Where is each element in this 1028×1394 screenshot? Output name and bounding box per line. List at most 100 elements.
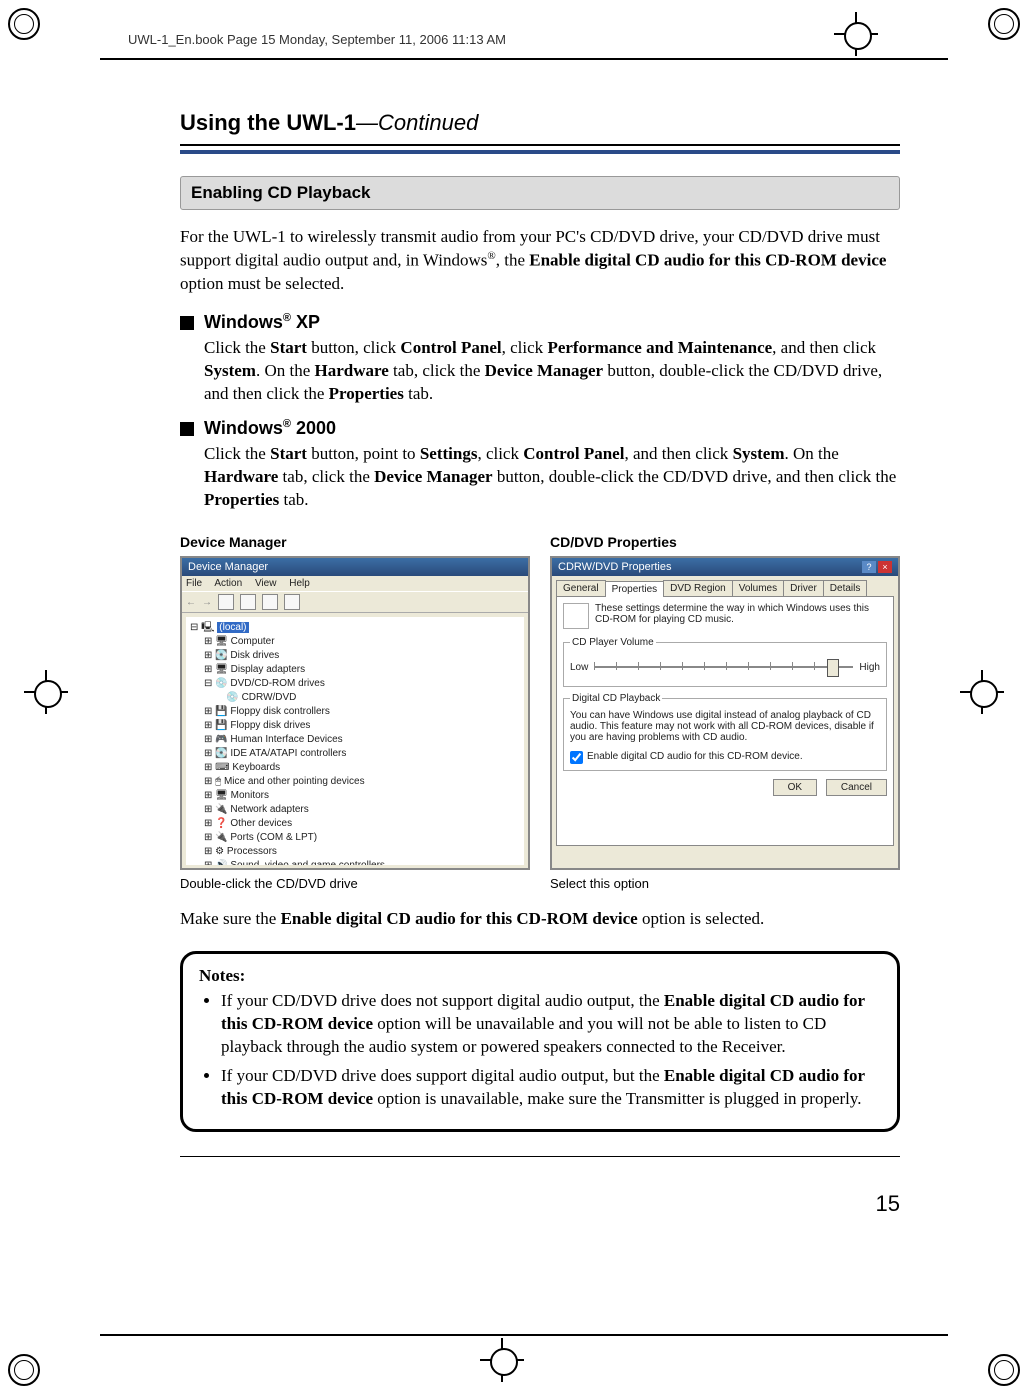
menu-view[interactable]: View: [255, 578, 277, 589]
note-item: If your CD/DVD drive does not support di…: [221, 990, 881, 1059]
note-item: If your CD/DVD drive does support digita…: [221, 1065, 881, 1111]
tree-item[interactable]: ⊞ ❓ Other devices: [204, 817, 520, 831]
figures-row: Device Manager Device Manager File Actio…: [180, 534, 900, 891]
window-buttons: ?×: [860, 561, 892, 573]
square-bullet-icon: [180, 316, 194, 330]
windows-2000-block: Windows® 2000 Click the Start button, po…: [180, 418, 900, 512]
description-text: These settings determine the way in whic…: [595, 603, 887, 629]
menubar: File Action View Help: [182, 576, 528, 591]
tab-content: These settings determine the way in whic…: [556, 596, 894, 846]
tree-item[interactable]: ⊞ 💾 Floppy disk drives: [204, 719, 520, 733]
tree-item[interactable]: ⊞ 🎮 Human Interface Devices: [204, 733, 520, 747]
enable-digital-label: Enable digital CD audio for this CD-ROM …: [587, 751, 803, 762]
device-manager-window: Device Manager File Action View Help ← →: [180, 556, 530, 870]
tab-properties[interactable]: Properties: [605, 581, 665, 597]
header-rule: [100, 58, 948, 60]
tab-driver[interactable]: Driver: [783, 580, 824, 596]
os-name-xp: Windows® XP: [204, 312, 320, 333]
after-figure-text: Make sure the Enable digital CD audio fo…: [180, 909, 900, 929]
toolbar: ← →: [182, 591, 528, 613]
page-title-continued: —Continued: [356, 110, 478, 135]
tree-item[interactable]: ⊞ 🔌 Ports (COM & LPT): [204, 831, 520, 845]
volume-high-label: High: [859, 662, 880, 673]
crop-mark-bottom-right: [988, 1354, 1020, 1386]
enable-digital-checkbox-row[interactable]: Enable digital CD audio for this CD-ROM …: [570, 751, 880, 764]
figure-title-left: Device Manager: [180, 534, 530, 550]
registered-mark: ®: [487, 250, 495, 262]
windows-xp-block: Windows® XP Click the Start button, clic…: [180, 312, 900, 406]
close-icon[interactable]: ×: [878, 561, 892, 573]
tree-item[interactable]: ⊞ ⚙ Processors: [204, 845, 520, 859]
toolbar-icon[interactable]: [284, 594, 300, 610]
text: option must be selected.: [180, 274, 344, 293]
tree-item[interactable]: ⊞ 🖥 Monitors: [204, 789, 520, 803]
title-rule: [180, 144, 900, 154]
footer-rule: [100, 1334, 948, 1336]
tree-root[interactable]: ⊟ 🖳 (local): [190, 621, 520, 635]
crop-mark-top-right: [988, 8, 1020, 40]
figure-cddvd-properties: CD/DVD Properties CDRW/DVD Properties ?×…: [550, 534, 900, 891]
menu-file[interactable]: File: [186, 578, 202, 589]
menu-action[interactable]: Action: [214, 578, 242, 589]
button-row: OK Cancel: [563, 779, 887, 796]
tree-item[interactable]: ⊞ 💽 Disk drives: [204, 649, 520, 663]
help-icon[interactable]: ?: [862, 561, 876, 573]
tree-item[interactable]: ⊞ 🔊 Sound, video and game controllers: [204, 859, 520, 865]
page-number: 15: [876, 1191, 900, 1217]
titlebar: Device Manager: [182, 558, 528, 576]
window-title: Device Manager: [188, 561, 268, 573]
page-title: Using the UWL-1: [180, 110, 356, 135]
window-title: CDRW/DVD Properties: [558, 561, 672, 573]
crop-mark-bottom-left: [8, 1354, 40, 1386]
tabs: General Properties DVD Region Volumes Dr…: [552, 576, 898, 596]
tab-general[interactable]: General: [556, 580, 606, 596]
tab-dvd-region[interactable]: DVD Region: [663, 580, 733, 596]
slider-thumb-icon[interactable]: [827, 659, 839, 677]
tree-item[interactable]: ⊞ 🔌 Network adapters: [204, 803, 520, 817]
tab-details[interactable]: Details: [823, 580, 868, 596]
titlebar: CDRW/DVD Properties ?×: [552, 558, 898, 576]
back-arrow-icon[interactable]: ←: [186, 597, 196, 608]
os-body-2000: Click the Start button, point to Setting…: [204, 443, 900, 512]
intro-paragraph: For the UWL-1 to wirelessly transmit aud…: [180, 226, 900, 295]
volume-low-label: Low: [570, 662, 588, 673]
toolbar-icon[interactable]: [262, 594, 278, 610]
volume-fieldset: CD Player Volume Low High: [563, 637, 887, 687]
volume-slider[interactable]: Low High: [570, 654, 880, 680]
cd-icon: [563, 603, 589, 629]
properties-window: CDRW/DVD Properties ?× General Propertie…: [550, 556, 900, 870]
digital-fieldset: Digital CD Playback You can have Windows…: [563, 693, 887, 771]
device-tree: ⊟ 🖳 (local) ⊞ 🖥 Computer ⊞ 💽 Disk drives…: [186, 617, 524, 865]
os-body-xp: Click the Start button, click Control Pa…: [204, 337, 900, 406]
tab-volumes[interactable]: Volumes: [732, 580, 784, 596]
notes-title: Notes:: [199, 966, 881, 986]
menu-help[interactable]: Help: [289, 578, 310, 589]
registration-mark-icon: [844, 22, 868, 46]
forward-arrow-icon[interactable]: →: [202, 597, 212, 608]
figure-device-manager: Device Manager Device Manager File Actio…: [180, 534, 530, 891]
callout-left: Double-click the CD/DVD drive: [180, 876, 530, 891]
volume-legend: CD Player Volume: [570, 637, 656, 648]
digital-legend: Digital CD Playback: [570, 693, 662, 704]
pagenum-rule: [180, 1156, 900, 1157]
tree-item[interactable]: ⊞ 🖱 Mice and other pointing devices: [204, 775, 520, 789]
tree-item[interactable]: ⊞ 💽 IDE ATA/ATAPI controllers: [204, 747, 520, 761]
tree-item[interactable]: ⊞ 🖥 Display adapters: [204, 663, 520, 677]
section-heading: Enabling CD Playback: [180, 176, 900, 210]
figure-title-right: CD/DVD Properties: [550, 534, 900, 550]
enable-digital-checkbox[interactable]: [570, 751, 583, 764]
tree-item-dvd[interactable]: ⊟ 💿 DVD/CD-ROM drives: [204, 677, 520, 691]
tree-item-cdrw[interactable]: 💿 CDRW/DVD: [218, 691, 520, 705]
ok-button[interactable]: OK: [773, 779, 817, 796]
book-metadata: UWL-1_En.book Page 15 Monday, September …: [128, 32, 506, 47]
bold-option-name: Enable digital CD audio for this CD-ROM …: [529, 251, 886, 270]
tree-item[interactable]: ⊞ ⌨ Keyboards: [204, 761, 520, 775]
tree-item[interactable]: ⊞ 💾 Floppy disk controllers: [204, 705, 520, 719]
os-name-2000: Windows® 2000: [204, 418, 336, 439]
toolbar-icon[interactable]: [240, 594, 256, 610]
description-row: These settings determine the way in whic…: [563, 603, 887, 629]
toolbar-icon[interactable]: [218, 594, 234, 610]
cancel-button[interactable]: Cancel: [826, 779, 887, 796]
tree-item[interactable]: ⊞ 🖥 Computer: [204, 635, 520, 649]
registration-mark-icon: [34, 680, 58, 704]
